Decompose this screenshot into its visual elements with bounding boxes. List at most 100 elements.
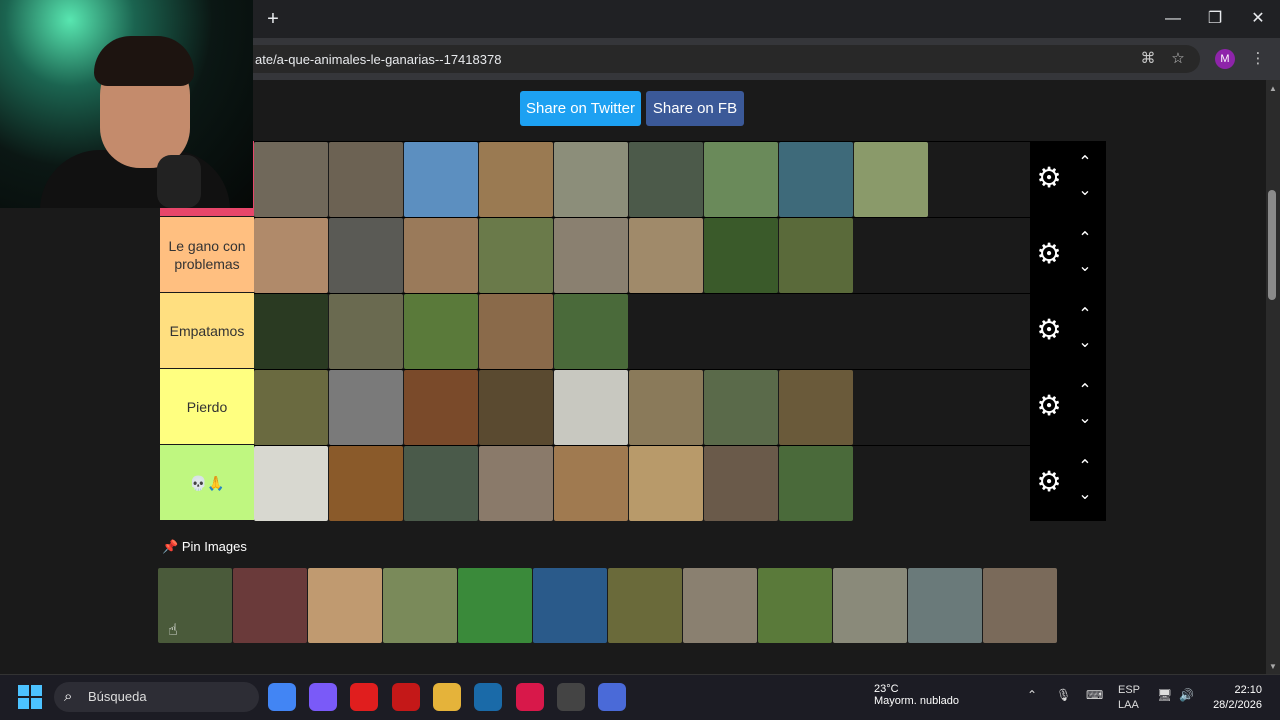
animal-card[interactable] xyxy=(329,446,403,521)
animal-card[interactable] xyxy=(629,370,703,445)
animal-card[interactable] xyxy=(404,294,478,369)
chevron-up-icon[interactable]: ⌃ xyxy=(1074,305,1096,325)
microphone-icon[interactable]: 🎙 xyxy=(1056,688,1071,702)
tier-items[interactable] xyxy=(254,141,1030,217)
animal-card[interactable] xyxy=(329,142,403,217)
translate-icon[interactable]: ⌘ xyxy=(1137,48,1159,70)
windows-start-icon[interactable] xyxy=(18,685,42,709)
animal-card[interactable] xyxy=(404,218,478,293)
star-icon[interactable]: ☆ xyxy=(1167,48,1189,70)
chevron-up-icon[interactable]: ⌃ xyxy=(1074,229,1096,249)
animal-card[interactable] xyxy=(254,294,328,369)
scroll-down-icon[interactable]: ▼ xyxy=(1266,660,1280,674)
animal-card[interactable] xyxy=(554,446,628,521)
taskbar-search[interactable] xyxy=(54,682,259,712)
animal-card[interactable] xyxy=(629,218,703,293)
animal-card[interactable] xyxy=(779,446,853,521)
animal-card[interactable] xyxy=(554,294,628,369)
url-text[interactable]: ate/a-que-animales-le-ganarias--17418378 xyxy=(255,52,501,67)
animal-card[interactable] xyxy=(554,370,628,445)
scrollbar-thumb[interactable] xyxy=(1268,190,1276,300)
animal-card[interactable] xyxy=(458,568,532,643)
tier-items[interactable] xyxy=(254,293,1030,369)
animal-card[interactable] xyxy=(833,568,907,643)
minimize-button[interactable]: — xyxy=(1160,8,1186,30)
opera-gx-app-icon[interactable] xyxy=(516,683,544,711)
animal-card[interactable] xyxy=(983,568,1057,643)
chevron-up-icon[interactable]: ⌃ xyxy=(1074,457,1096,477)
opera-app-icon[interactable] xyxy=(350,683,378,711)
chevron-down-icon[interactable]: ⌄ xyxy=(1074,409,1096,429)
animal-card[interactable] xyxy=(683,568,757,643)
close-button[interactable]: ✕ xyxy=(1245,8,1271,30)
animal-card[interactable] xyxy=(479,294,553,369)
restore-button[interactable]: ❐ xyxy=(1202,8,1228,30)
animal-card[interactable] xyxy=(779,142,853,217)
animal-card[interactable] xyxy=(779,218,853,293)
tier-items[interactable] xyxy=(254,445,1030,521)
scroll-up-icon[interactable]: ▲ xyxy=(1266,82,1280,96)
gear-icon[interactable]: ⚙ xyxy=(1034,163,1064,193)
animal-card[interactable] xyxy=(479,218,553,293)
tier-label[interactable]: 💀🙏 xyxy=(160,445,254,520)
youtube-app-icon[interactable] xyxy=(392,683,420,711)
animal-card[interactable] xyxy=(608,568,682,643)
animal-card[interactable] xyxy=(308,568,382,643)
keyboard-icon[interactable]: ⌨ xyxy=(1086,688,1103,702)
animal-card[interactable] xyxy=(704,446,778,521)
animal-card[interactable] xyxy=(254,142,328,217)
chevron-up-icon[interactable]: ⌃ xyxy=(1074,381,1096,401)
animal-card[interactable] xyxy=(404,370,478,445)
new-tab-button[interactable]: + xyxy=(262,8,284,30)
gear-icon[interactable]: ⚙ xyxy=(1034,467,1064,497)
animal-card[interactable] xyxy=(554,142,628,217)
chevron-up-icon[interactable]: ⌃ xyxy=(1027,688,1037,702)
animal-card[interactable] xyxy=(704,218,778,293)
menu-icon[interactable]: ⋮ xyxy=(1247,48,1269,70)
gear-icon[interactable]: ⚙ xyxy=(1034,315,1064,345)
chevron-down-icon[interactable]: ⌄ xyxy=(1074,257,1096,277)
tier-label[interactable]: Le gano con problemas xyxy=(160,217,254,292)
language-indicator[interactable]: ESP LAA xyxy=(1118,683,1140,713)
gear-icon[interactable]: ⚙ xyxy=(1034,239,1064,269)
page-scrollbar[interactable] xyxy=(1266,80,1280,674)
share-twitter-button[interactable]: Share on Twitter xyxy=(520,91,641,126)
chevron-up-icon[interactable]: ⌃ xyxy=(1074,153,1096,173)
animal-card[interactable] xyxy=(479,446,553,521)
chrome-app-icon[interactable] xyxy=(268,683,296,711)
file-explorer-icon[interactable] xyxy=(433,683,461,711)
network-icon[interactable]: 🖥 xyxy=(1157,688,1172,702)
tier-items[interactable] xyxy=(254,369,1030,445)
animal-card[interactable] xyxy=(704,370,778,445)
animal-card[interactable] xyxy=(404,142,478,217)
animal-card[interactable] xyxy=(704,142,778,217)
animal-card[interactable] xyxy=(254,370,328,445)
animal-card[interactable] xyxy=(329,294,403,369)
gear-icon[interactable]: ⚙ xyxy=(1034,391,1064,421)
animal-card[interactable] xyxy=(479,370,553,445)
animal-card[interactable] xyxy=(479,142,553,217)
profile-avatar[interactable]: M xyxy=(1215,49,1235,69)
tier-label[interactable]: Empatamos xyxy=(160,293,254,368)
animal-card[interactable] xyxy=(758,568,832,643)
animal-card[interactable] xyxy=(383,568,457,643)
animal-card[interactable] xyxy=(629,142,703,217)
share-fb-button[interactable]: Share on FB xyxy=(646,91,744,126)
copilot-app-icon[interactable] xyxy=(309,683,337,711)
animal-card[interactable] xyxy=(779,370,853,445)
animal-card[interactable] xyxy=(254,446,328,521)
animal-card[interactable] xyxy=(629,446,703,521)
tier-label[interactable]: Pierdo xyxy=(160,369,254,444)
weather-widget[interactable]: 23°C Mayorm. nublado xyxy=(874,683,959,707)
chrome-profile-app-icon[interactable] xyxy=(598,683,626,711)
animal-card[interactable] xyxy=(329,370,403,445)
obs-app-icon[interactable] xyxy=(557,683,585,711)
animal-card[interactable] xyxy=(233,568,307,643)
vegas-app-icon[interactable] xyxy=(474,683,502,711)
search-label[interactable]: Búsqueda xyxy=(88,689,147,704)
animal-card[interactable] xyxy=(404,446,478,521)
animal-card[interactable] xyxy=(908,568,982,643)
taskbar-clock[interactable]: 22:10 28/2/2026 xyxy=(1200,683,1262,713)
animal-card[interactable] xyxy=(854,142,928,217)
chevron-down-icon[interactable]: ⌄ xyxy=(1074,485,1096,505)
